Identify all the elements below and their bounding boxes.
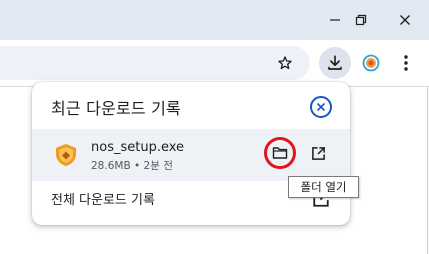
downloads-popup: 최근 다운로드 기록 nos_setup.exe 28.6MB • 2분 전 전… — [32, 82, 350, 225]
browser-window: 최근 다운로드 기록 nos_setup.exe 28.6MB • 2분 전 전… — [0, 0, 429, 254]
open-external-icon — [311, 146, 325, 160]
star-icon — [278, 56, 292, 70]
more-vert-icon — [404, 55, 408, 71]
close-icon — [400, 15, 410, 25]
all-downloads-link[interactable]: 전체 다운로드 기록 — [51, 189, 155, 208]
file-name: nos_setup.exe — [91, 140, 185, 155]
title-bar — [0, 0, 429, 40]
close-popup-button[interactable] — [310, 96, 332, 118]
menu-button[interactable] — [390, 47, 422, 79]
browser-toolbar — [0, 40, 429, 87]
popup-title: 최근 다운로드 기록 — [51, 99, 181, 118]
shield-app-icon — [56, 144, 76, 166]
folder-icon — [272, 147, 288, 159]
close-window-button[interactable] — [390, 8, 420, 32]
tooltip: 폴더 열기 — [288, 176, 359, 198]
extension-button[interactable] — [355, 47, 387, 79]
address-bar[interactable] — [0, 46, 310, 80]
file-meta: 28.6MB • 2분 전 — [91, 160, 173, 172]
restore-icon — [355, 14, 367, 26]
download-item[interactable]: nos_setup.exe 28.6MB • 2분 전 — [32, 129, 350, 181]
open-file-button[interactable] — [306, 141, 330, 165]
extension-icon — [362, 54, 380, 72]
download-icon — [328, 55, 342, 70]
show-in-folder-button[interactable] — [264, 137, 296, 169]
downloads-button[interactable] — [319, 47, 351, 79]
close-circle-icon — [316, 102, 326, 112]
restore-button[interactable] — [346, 8, 376, 32]
bookmark-button[interactable] — [269, 47, 301, 79]
window-edge — [427, 87, 428, 254]
minimize-icon — [330, 19, 340, 21]
